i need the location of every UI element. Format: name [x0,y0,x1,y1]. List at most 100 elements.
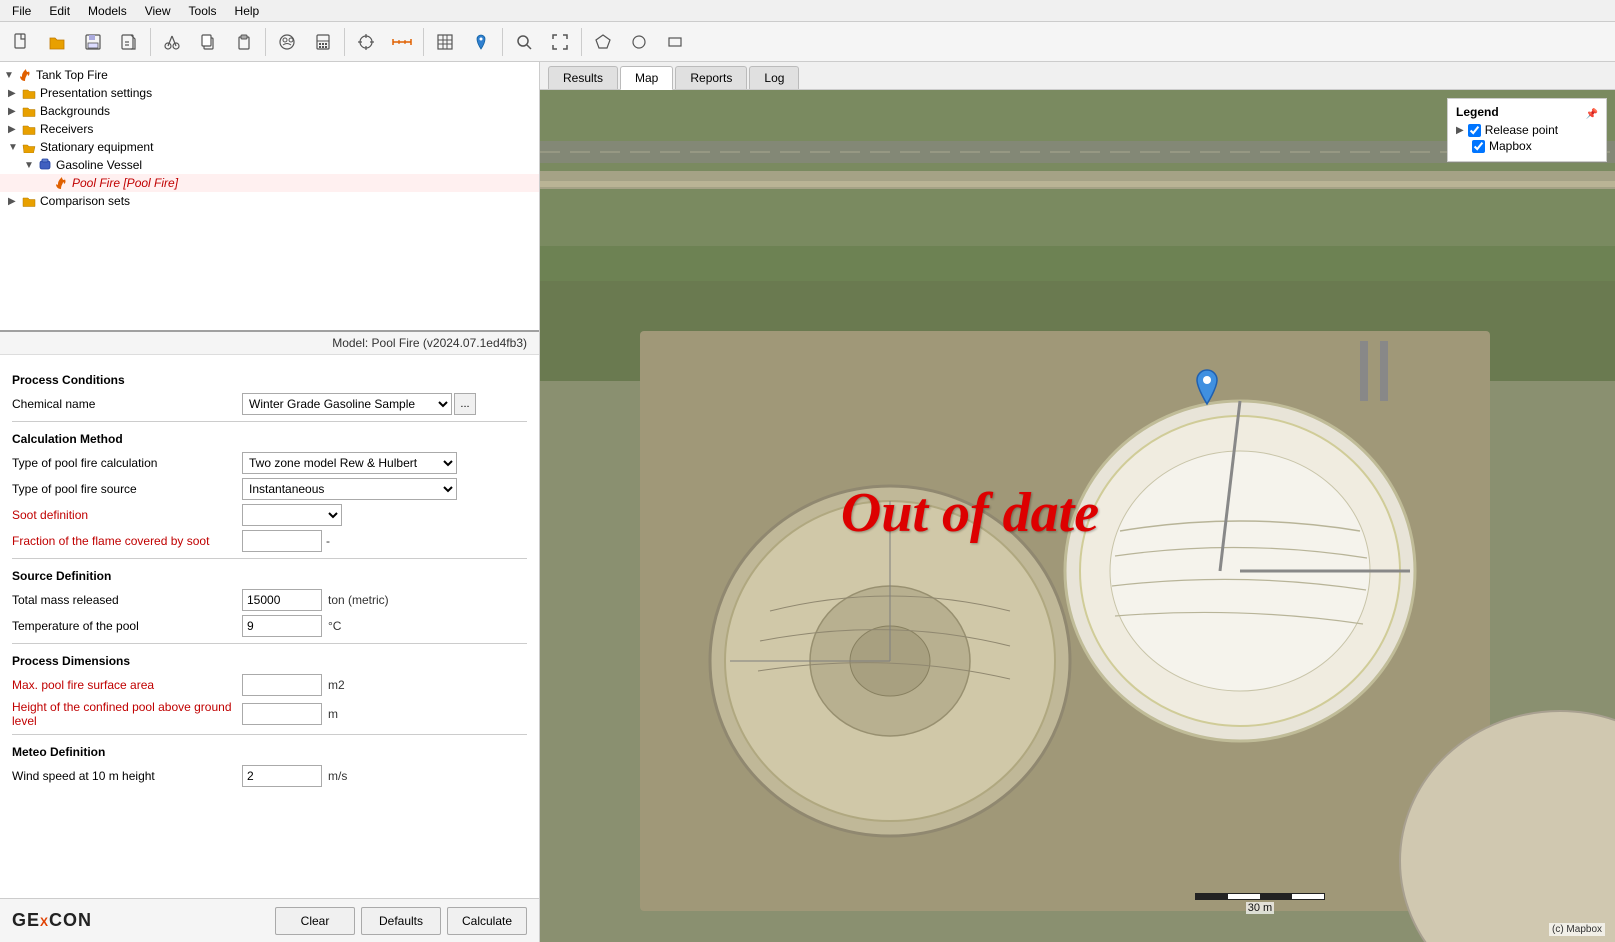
tree-item-recv-label: Receivers [40,122,93,136]
total-mass-input[interactable] [242,589,322,611]
tree-item-vessel[interactable]: ▼ Gasoline Vessel [0,156,539,174]
wind-speed-input[interactable] [242,765,322,787]
pool-fire-source-select[interactable]: Instantaneous Continuous [242,478,457,500]
search-button[interactable] [507,26,541,58]
sep6 [581,28,582,56]
expand-stat-arrow: ▼ [8,142,20,153]
zoom-extent-button[interactable] [543,26,577,58]
folder-icon-comp [21,193,37,209]
tab-map[interactable]: Map [620,66,673,90]
polygon-button[interactable] [586,26,620,58]
folder-icon-recv [21,121,37,137]
expand-root-arrow: ▼ [4,70,16,81]
soot-def-row: Soot definition [12,504,527,526]
sep-calc-source [12,558,527,559]
chemical-name-label: Chemical name [12,397,242,411]
calculate-button[interactable]: Calculate [447,907,527,935]
pin-button[interactable] [464,26,498,58]
process-dim-title: Process Dimensions [12,654,527,668]
chemical-name-dots-button[interactable]: ... [454,393,476,415]
wind-speed-unit: m/s [328,769,347,783]
max-pool-area-input[interactable] [242,674,322,696]
source-def-title: Source Definition [12,569,527,583]
confined-pool-label: Height of the confined pool above ground… [12,700,242,728]
new-button[interactable] [4,26,38,58]
flame-fraction-row: Fraction of the flame covered by soot - [12,530,527,552]
flame-fraction-dash: - [326,534,330,548]
meteo-title: Meteo Definition [12,745,527,759]
pool-temp-input[interactable] [242,615,322,637]
defaults-button[interactable]: Defaults [361,907,441,935]
legend-item-mapbox: Mapbox [1456,139,1598,153]
tab-reports[interactable]: Reports [675,66,747,89]
form-area: Process Conditions Chemical name Winter … [0,355,539,898]
tab-results[interactable]: Results [548,66,618,89]
crosshair-button[interactable] [349,26,383,58]
legend-label-mapbox: Mapbox [1489,139,1532,153]
sep1 [150,28,151,56]
copy-button[interactable] [191,26,225,58]
tree-item-presentation[interactable]: ▶ Presentation settings [0,84,539,102]
sep-source-dim [12,643,527,644]
calc-method-title: Calculation Method [12,432,527,446]
flame-fraction-input[interactable] [242,530,322,552]
soot-def-select[interactable] [242,504,342,526]
sep3 [344,28,345,56]
vessel-icon [37,157,53,173]
legend-expand-release[interactable]: ▶ [1456,125,1464,136]
sep2 [265,28,266,56]
open-button[interactable] [40,26,74,58]
map-area[interactable]: Out of date N [540,90,1615,942]
max-pool-area-label: Max. pool fire surface area [12,678,242,692]
tree-item-backgrounds[interactable]: ▶ Backgrounds [0,102,539,120]
legend-check-mapbox[interactable] [1472,140,1485,153]
toolbar [0,22,1615,62]
cut-button[interactable] [155,26,189,58]
legend-panel: Legend 📌 ▶ Release point Mapbox [1447,98,1607,162]
confined-pool-input[interactable] [242,703,322,725]
tree-item-receivers[interactable]: ▶ Receivers [0,120,539,138]
legend-check-release[interactable] [1468,124,1481,137]
confined-pool-unit: m [328,707,338,721]
menu-help[interactable]: Help [227,2,268,20]
scale-label: 30 m [1246,902,1274,914]
pool-fire-calc-label: Type of pool fire calculation [12,456,242,470]
pool-temp-row: Temperature of the pool °C [12,615,527,637]
max-pool-area-row: Max. pool fire surface area m2 [12,674,527,696]
folder-icon-pres [21,85,37,101]
menu-view[interactable]: View [137,2,179,20]
bottom-buttons: GEXCON Clear Defaults Calculate [0,898,539,942]
paste-button[interactable] [227,26,261,58]
run-button[interactable] [270,26,304,58]
sep-dim-meteo [12,734,527,735]
pool-fire-calc-select[interactable]: Two zone model Rew & Hulbert Simple mode… [242,452,457,474]
tree-root[interactable]: ▼ Tank Top Fire [0,66,539,84]
folder-icon-bg [21,103,37,119]
clear-button[interactable]: Clear [275,907,355,935]
menu-edit[interactable]: Edit [41,2,78,20]
map-scale: 30 m [1195,893,1325,914]
expand-recv-arrow: ▶ [8,124,20,135]
chemical-name-row: Chemical name Winter Grade Gasoline Samp… [12,393,527,415]
menu-file[interactable]: File [4,2,39,20]
tree-item-poolfire[interactable]: ▶ Pool Fire [Pool Fire] [0,174,539,192]
tree-item-stationary[interactable]: ▼ Stationary equipment [0,138,539,156]
menu-tools[interactable]: Tools [181,2,225,20]
grid-button[interactable] [428,26,462,58]
tab-log[interactable]: Log [749,66,799,89]
menu-models[interactable]: Models [80,2,135,20]
rectangle-button[interactable] [658,26,692,58]
expand-bg-arrow: ▶ [8,106,20,117]
save-button[interactable] [76,26,110,58]
fire-icon [17,67,33,83]
saveas-button[interactable] [112,26,146,58]
poolfire-icon [53,175,69,191]
chemical-name-select[interactable]: Winter Grade Gasoline Sample Gasoline Et… [242,393,452,415]
calc-button[interactable] [306,26,340,58]
tree-item-comparison[interactable]: ▶ Comparison sets [0,192,539,210]
circle-tool-button[interactable] [622,26,656,58]
tree-item-pf-label: Pool Fire [Pool Fire] [72,176,178,190]
measure-button[interactable] [385,26,419,58]
tree-area: ▼ Tank Top Fire ▶ Presentation settings … [0,62,539,332]
pool-fire-calc-row: Type of pool fire calculation Two zone m… [12,452,527,474]
